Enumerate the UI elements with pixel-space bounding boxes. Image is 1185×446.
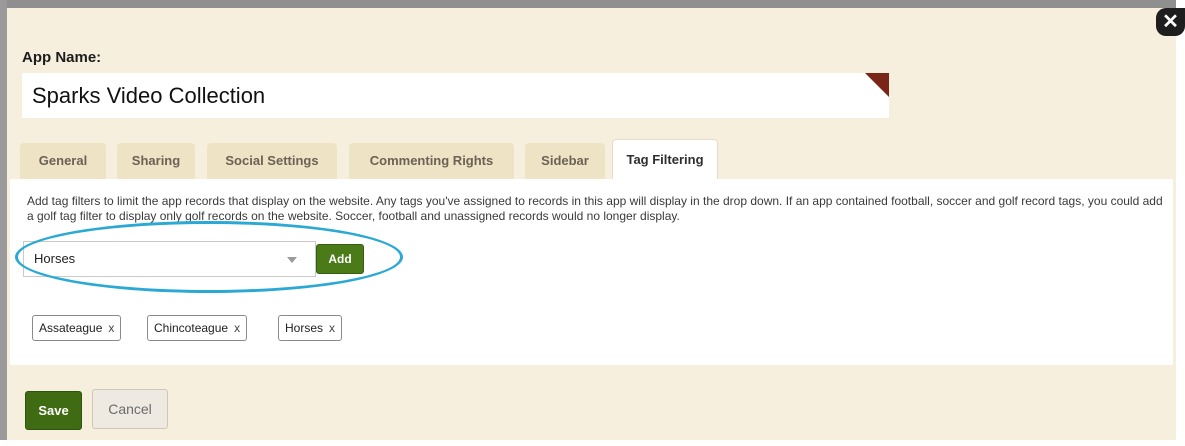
remove-tag-icon[interactable]: x [234, 321, 240, 335]
tab-tag-filtering[interactable]: Tag Filtering [612, 139, 718, 180]
chevron-down-icon [287, 257, 297, 263]
tag-horses: Horses x [278, 315, 343, 341]
tab-sidebar[interactable]: Sidebar [525, 143, 605, 179]
tag-filter-description: Add tag filters to limit the app records… [27, 194, 1163, 223]
tab-sharing[interactable]: Sharing [117, 143, 195, 179]
frame-top-border [0, 0, 1185, 8]
app-name-field[interactable]: Sparks Video Collection [22, 73, 889, 118]
tab-social-settings[interactable]: Social Settings [207, 143, 337, 179]
app-settings-dialog: ✕ App Name: Sparks Video Collection Gene… [0, 0, 1185, 446]
tag-select-value: Horses [34, 251, 76, 266]
tab-commenting-rights[interactable]: Commenting Rights [349, 143, 514, 179]
close-icon[interactable]: ✕ [1156, 8, 1185, 36]
tag-label: Chincoteague [154, 321, 229, 335]
cancel-button[interactable]: Cancel [92, 389, 168, 429]
tab-general[interactable]: General [20, 143, 106, 179]
app-name-label: App Name: [22, 49, 102, 66]
tag-label: Assateague [39, 321, 103, 335]
frame-right-edge [1176, 0, 1185, 446]
tag-filtering-panel: Add tag filters to limit the app records… [10, 179, 1173, 365]
remove-tag-icon[interactable]: x [329, 321, 335, 335]
app-name-value: Sparks Video Collection [32, 83, 266, 108]
corner-flag-icon [865, 73, 889, 97]
add-tag-button[interactable]: Add [316, 244, 364, 274]
tag-label: Horses [285, 321, 324, 335]
frame-left-border [0, 0, 7, 446]
save-button[interactable]: Save [25, 391, 82, 430]
frame-bottom-edge [0, 440, 1185, 446]
tag-assateague: Assateague x [32, 315, 122, 341]
remove-tag-icon[interactable]: x [108, 321, 114, 335]
tag-chincoteague: Chincoteague x [147, 315, 248, 341]
tag-select-dropdown[interactable]: Horses [23, 241, 316, 277]
